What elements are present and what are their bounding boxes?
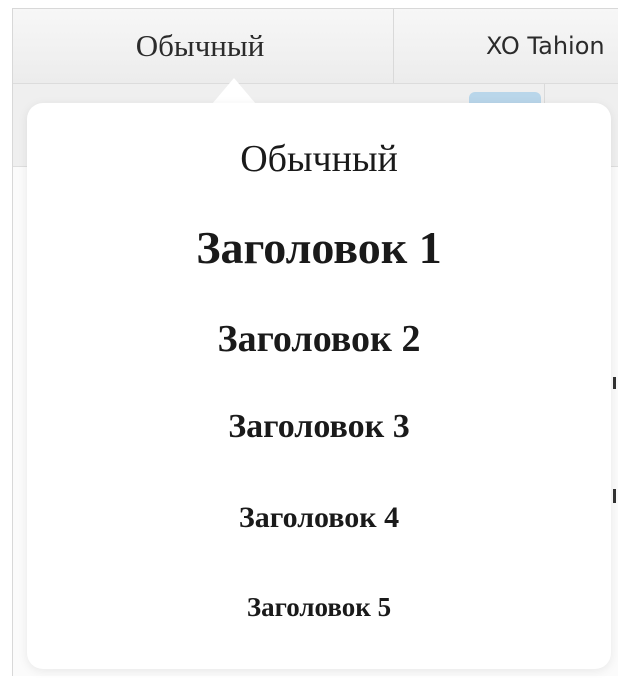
paragraph-style-label: Обычный bbox=[135, 28, 265, 63]
style-option-normal[interactable]: Обычный bbox=[27, 140, 611, 178]
paragraph-style-button[interactable]: Обычный bbox=[13, 9, 394, 83]
style-option-heading-3[interactable]: Заголовок 3 bbox=[27, 410, 611, 444]
style-option-heading-2[interactable]: Заголовок 2 bbox=[27, 320, 611, 358]
style-option-heading-4[interactable]: Заголовок 4 bbox=[27, 503, 611, 533]
font-family-button[interactable]: XO Tahion bbox=[394, 9, 618, 83]
popover-arrow bbox=[212, 78, 256, 104]
document-text-fragment bbox=[613, 489, 616, 503]
style-option-heading-1[interactable]: Заголовок 1 bbox=[27, 225, 611, 271]
formatting-toolbar: Обычный XO Tahion bbox=[13, 9, 618, 84]
document-text-fragment bbox=[613, 377, 616, 389]
style-option-heading-5[interactable]: Заголовок 5 bbox=[27, 594, 611, 621]
paragraph-style-popover bbox=[27, 103, 611, 669]
font-family-label: XO Tahion bbox=[486, 32, 605, 60]
